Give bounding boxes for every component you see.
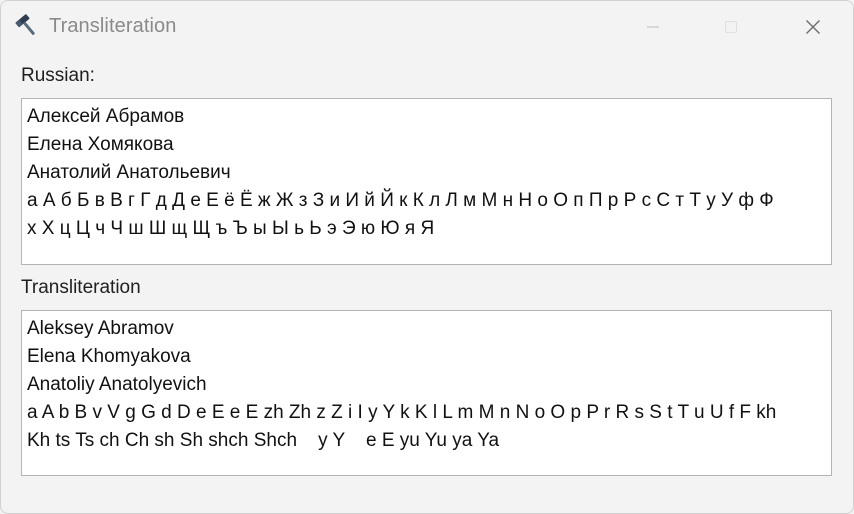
russian-line: а А б Б в В г Г д Д е Е ё Ё ж Ж з З и И … (27, 190, 774, 211)
hammer-icon (15, 14, 35, 35)
russian-line: х Х ц Ц ч Ч ш Ш щ Щ ъ Ъ ы Ы ь Ь э Э ю Ю … (27, 218, 435, 239)
minimize-icon (647, 26, 659, 28)
russian-textbox[interactable]: Алексей Абрамов Елена Хомякова Анатолий … (21, 98, 832, 265)
transliteration-label: Transliteration (21, 277, 141, 298)
title-bar[interactable]: Transliteration (1, 1, 853, 53)
transliteration-line: Kh ts Ts ch Ch sh Sh shch Shch y Y e E y… (27, 430, 500, 451)
minimize-button[interactable] (619, 1, 687, 53)
maximize-button[interactable] (697, 1, 765, 53)
maximize-icon (724, 20, 738, 34)
russian-line: Анатолий Анатольевич (27, 162, 231, 183)
russian-line: Елена Хомякова (27, 134, 174, 155)
transliteration-line: a A b B v V g G d D e E e E zh Zh z Z i … (27, 402, 777, 423)
transliteration-line: Anatoliy Anatolyevich (27, 374, 207, 395)
close-icon (806, 20, 820, 34)
transliteration-line: Elena Khomyakova (27, 346, 191, 367)
app-window: Transliteration Russian: Алексей Абрамов… (0, 0, 854, 514)
russian-line: Алексей Абрамов (27, 106, 185, 127)
transliteration-line: Aleksey Abramov (27, 318, 174, 339)
transliteration-textbox[interactable]: Aleksey Abramov Elena Khomyakova Anatoli… (21, 310, 832, 476)
russian-label: Russian: (21, 65, 95, 86)
close-button[interactable] (779, 1, 847, 53)
window-title: Transliteration (49, 15, 177, 37)
